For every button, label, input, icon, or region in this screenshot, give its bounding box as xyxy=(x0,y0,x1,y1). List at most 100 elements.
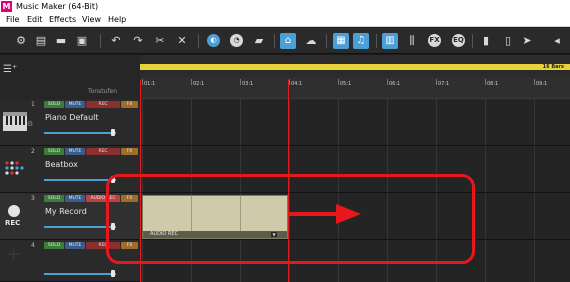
track-name[interactable]: Piano Default xyxy=(45,113,99,122)
annotation-arrowhead-icon xyxy=(336,204,361,224)
grid-line xyxy=(485,99,486,282)
track-name[interactable]: Beatbox xyxy=(45,160,78,169)
menu-help[interactable]: Help xyxy=(108,13,126,27)
fx-button[interactable]: FX xyxy=(121,101,138,108)
ruler-tick xyxy=(191,79,192,85)
redo-icon[interactable]: ↷ xyxy=(130,33,146,49)
drum-pads-icon xyxy=(5,161,24,175)
volume-slider[interactable] xyxy=(44,273,116,275)
menu-view[interactable]: View xyxy=(82,13,101,27)
fx-icon[interactable]: FX xyxy=(428,34,441,47)
add-icon[interactable]: + xyxy=(6,244,21,265)
settings-icon[interactable]: ⚙ xyxy=(13,33,29,49)
ruler-tick xyxy=(534,79,535,85)
menu-bar: File Edit Effects View Help xyxy=(0,13,570,27)
bars-label: 16 Bars xyxy=(542,64,564,70)
undo-icon[interactable]: ↶ xyxy=(108,33,124,49)
timeline-header: 16 Bars 01:1 02:1 03:1 04:1 05:1 06:1 07… xyxy=(140,55,570,99)
ruler-tick xyxy=(387,79,388,85)
volume-slider[interactable] xyxy=(44,132,116,134)
track-header-top: ☰⁺ Tonstufen xyxy=(0,55,140,99)
toolbar: ⚙ ▤ ▬ ▣ ↶ ↷ ✂ ✕ ◐ ◔ ▰ ⌂ ☁ ▦ ♫ ▥ ⫼ FX EQ … xyxy=(0,28,570,54)
mute-button[interactable]: MUTE xyxy=(65,148,85,155)
meter-icon[interactable]: ▯ xyxy=(500,33,516,49)
more-icon[interactable]: ◂ xyxy=(549,33,565,49)
solo-button[interactable]: SOLO xyxy=(44,242,64,249)
app-logo-icon: M xyxy=(1,1,12,12)
folder-icon[interactable]: ▰ xyxy=(251,33,267,49)
snap-icon[interactable]: ◐ xyxy=(207,34,220,47)
ruler-label: 01:1 xyxy=(144,81,156,87)
volume-slider-handle[interactable] xyxy=(111,270,115,277)
knob-icon[interactable]: ◔ xyxy=(230,34,243,47)
media-pool-icon[interactable]: ▦ xyxy=(333,33,349,49)
cut-icon[interactable]: ✂ xyxy=(152,33,168,49)
ruler-tick xyxy=(240,79,241,85)
ruler-tick xyxy=(289,79,290,85)
grid-line xyxy=(534,99,535,282)
loop-range-bar[interactable] xyxy=(140,64,570,70)
store-icon[interactable]: ⌂ xyxy=(280,33,296,49)
annotation-highlight-box xyxy=(106,174,475,264)
toolbar-divider xyxy=(100,34,101,48)
ruler-tick xyxy=(338,79,339,85)
ruler-label: 04:1 xyxy=(291,81,303,87)
rec-button[interactable]: REC xyxy=(86,148,120,155)
window-title: Music Maker (64-Bit) xyxy=(16,2,99,11)
eq-icon[interactable]: EQ xyxy=(452,34,465,47)
mixer-icon[interactable]: ⫼ xyxy=(404,33,420,49)
ruler-label: 05:1 xyxy=(340,81,352,87)
toolbar-divider xyxy=(274,34,275,48)
fx-button[interactable]: FX xyxy=(121,148,138,155)
open-folder-icon[interactable]: ▬ xyxy=(53,33,69,49)
solo-button[interactable]: SOLO xyxy=(44,195,64,202)
add-track-icon[interactable]: ☰⁺ xyxy=(3,64,17,76)
track-number: 2 xyxy=(31,148,35,155)
mute-button[interactable]: MUTE xyxy=(65,242,85,249)
cursor-icon[interactable]: ➤ xyxy=(519,33,535,49)
cloud-icon[interactable]: ☁ xyxy=(303,33,319,49)
annotation-arrow-icon xyxy=(289,212,337,216)
track-number: 1 xyxy=(31,101,35,108)
menu-file[interactable]: File xyxy=(6,13,19,27)
mute-button[interactable]: MUTE xyxy=(65,195,85,202)
volume-slider-handle[interactable] xyxy=(111,129,115,136)
ruler-tick xyxy=(142,79,143,85)
ruler-tick xyxy=(436,79,437,85)
ruler-label: 07:1 xyxy=(438,81,450,87)
toolbar-divider xyxy=(326,34,327,48)
mute-button[interactable]: MUTE xyxy=(65,101,85,108)
save-icon[interactable]: ▣ xyxy=(74,33,90,49)
new-file-icon[interactable]: ▤ xyxy=(33,33,49,49)
delete-icon[interactable]: ✕ xyxy=(174,33,190,49)
track-number: 4 xyxy=(31,242,35,249)
time-ruler[interactable]: 01:1 02:1 03:1 04:1 05:1 06:1 07:1 08:1 … xyxy=(140,77,570,99)
music-note-icon[interactable]: ♫ xyxy=(353,33,369,49)
keyboard-icon[interactable]: ▥ xyxy=(382,33,398,49)
track-1-header[interactable]: ⚙ 1 SOLO MUTE REC FX Piano Default xyxy=(0,99,140,146)
solo-button[interactable]: SOLO xyxy=(44,101,64,108)
menu-edit[interactable]: Edit xyxy=(27,13,43,27)
toolbar-divider xyxy=(198,34,199,48)
volume-slider[interactable] xyxy=(44,179,116,181)
ruler-label: 08:1 xyxy=(487,81,499,87)
track-number: 3 xyxy=(31,195,35,202)
app-window: M Music Maker (64-Bit) File Edit Effects… xyxy=(0,0,570,282)
lane-divider xyxy=(140,145,570,146)
levels-icon[interactable]: ▮ xyxy=(478,33,494,49)
rec-icon-label: REC xyxy=(5,219,21,227)
track-settings-icon[interactable]: ⚙ xyxy=(27,120,33,128)
track-name[interactable]: My Record xyxy=(45,207,87,216)
ruler-label: 06:1 xyxy=(389,81,401,87)
ruler-label: 02:1 xyxy=(193,81,205,87)
toolbar-divider xyxy=(472,34,473,48)
toolbar-divider xyxy=(376,34,377,48)
rec-button[interactable]: REC xyxy=(86,101,120,108)
ruler-label: 09:1 xyxy=(536,81,548,87)
ruler-tick xyxy=(485,79,486,85)
solo-button[interactable]: SOLO xyxy=(44,148,64,155)
ruler-label: 03:1 xyxy=(242,81,254,87)
menu-effects[interactable]: Effects xyxy=(49,13,76,27)
track-lane[interactable] xyxy=(140,99,570,146)
piano-icon xyxy=(3,112,27,131)
